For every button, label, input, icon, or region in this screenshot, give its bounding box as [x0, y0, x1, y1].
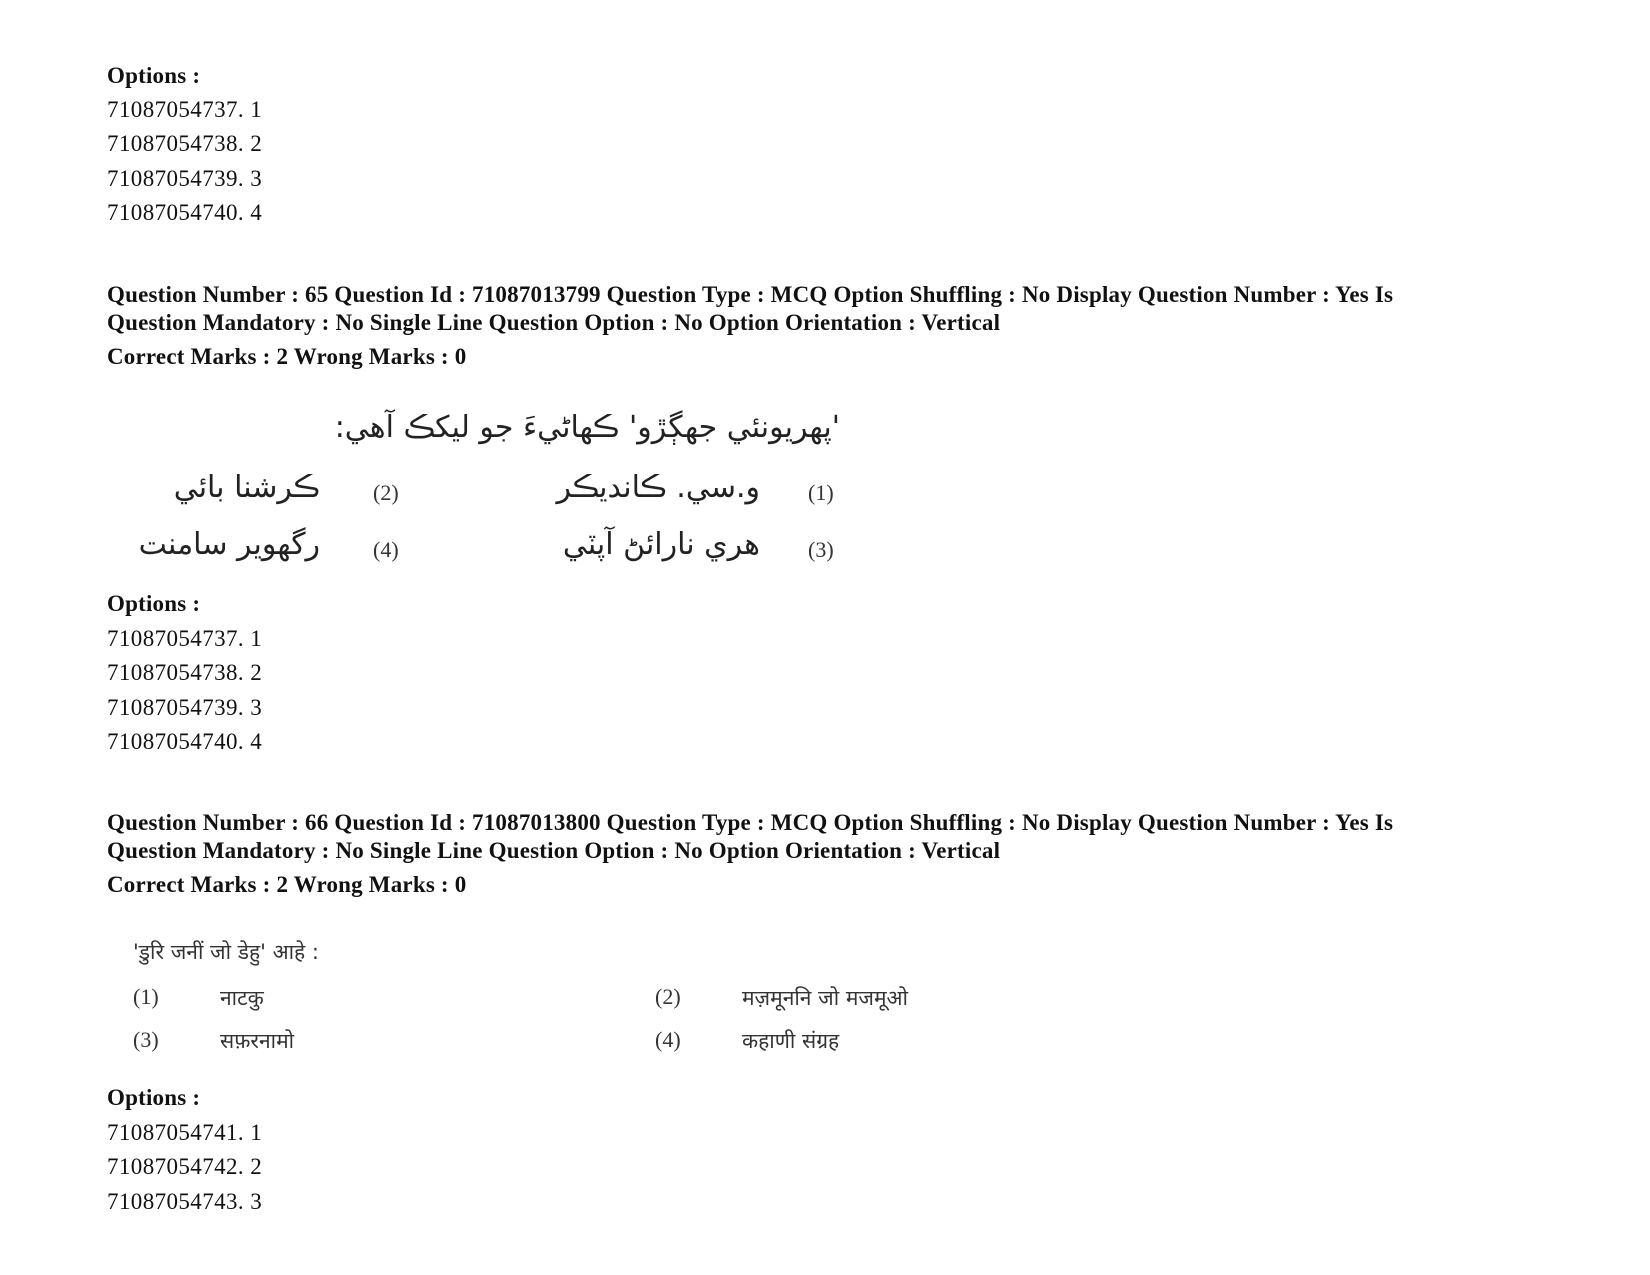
option-item: 71087054738. 2 [107, 131, 263, 157]
option-item: 71087054739. 3 [107, 165, 263, 191]
question-65-text: 'پهريونئي جهڳڙو' ڪهاڻيءَ جو ليکڪ آهي: [334, 410, 840, 445]
options-list: 71087054737. 1 71087054738. 2 7108705473… [107, 93, 262, 230]
choice-text: नाटकु [220, 986, 264, 1010]
question-65-options-list: 71087054737. 1 71087054738. 2 7108705473… [107, 622, 262, 759]
question-65-marks: Correct Marks : 2 Wrong Marks : 0 [107, 344, 467, 369]
question-66-marks: Correct Marks : 2 Wrong Marks : 0 [107, 872, 467, 897]
question-66-options-list: 71087054741. 1 71087054742. 2 7108705474… [107, 1116, 262, 1219]
choice-number: (1) [808, 480, 834, 505]
choice-text: सफ़रनामो [220, 1029, 295, 1053]
question-66-header-line2: Question Mandatory : No Single Line Ques… [107, 838, 1001, 863]
option-item: 71087054739. 3 [107, 694, 263, 720]
option-item: 71087054738. 2 [107, 660, 263, 686]
question-65-header-line2: Question Mandatory : No Single Line Ques… [107, 310, 1001, 335]
option-item: 71087054743. 3 [107, 1188, 263, 1214]
choice-number: (2) [655, 984, 681, 1009]
question-66-text: 'डुरि जनीं जो डेहु' आहे : [133, 940, 319, 964]
options-label: Options : [107, 63, 201, 88]
choice-text: رگھوير سامنت [138, 527, 320, 562]
choice-number: (1) [133, 984, 159, 1009]
question-65-options-label: Options : [107, 591, 201, 616]
choice-number: (3) [808, 537, 834, 562]
option-item: 71087054737. 1 [107, 97, 263, 122]
choice-number: (4) [373, 537, 399, 562]
question-66-options-label: Options : [107, 1085, 201, 1110]
choice-text: و.سي. ڪانديڪر [556, 470, 760, 505]
option-item: 71087054741. 1 [107, 1120, 263, 1145]
option-item: 71087054742. 2 [107, 1154, 263, 1180]
choice-number: (4) [655, 1027, 681, 1052]
option-item: 71087054740. 4 [107, 199, 263, 225]
choice-text: कहाणी संग्रह [742, 1029, 840, 1053]
choice-number: (2) [373, 480, 399, 505]
choice-text: ڪرشنا بائي [173, 470, 320, 505]
choice-number: (3) [133, 1027, 159, 1052]
option-item: 71087054740. 4 [107, 728, 263, 754]
choice-text: هري نارائڻ آپٽي [562, 527, 760, 562]
choice-text: मज़मूननि जो मजमूओ [742, 986, 908, 1010]
option-item: 71087054737. 1 [107, 626, 263, 651]
